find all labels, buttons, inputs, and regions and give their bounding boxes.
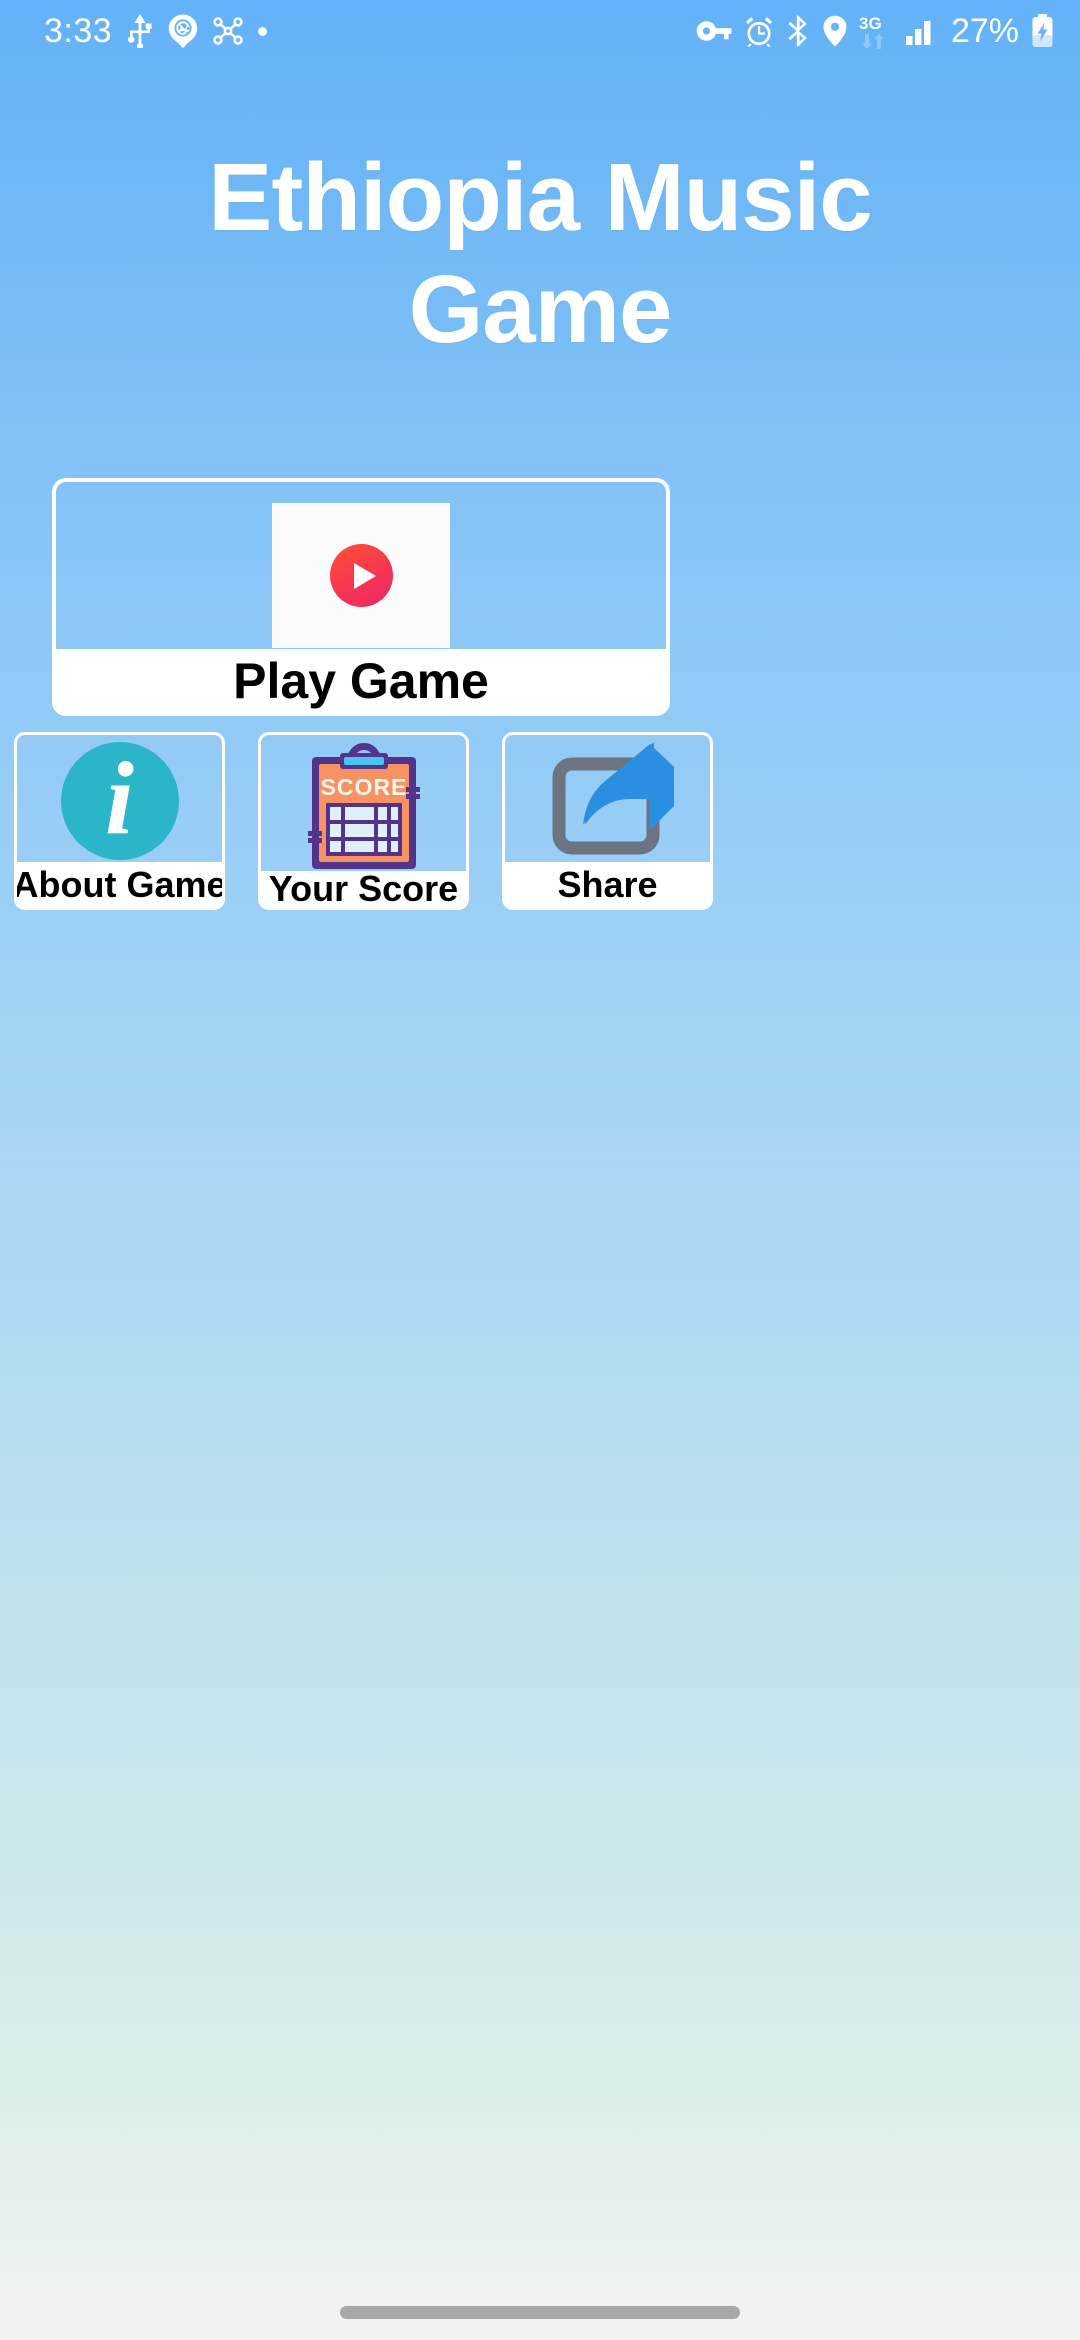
about-game-label: About Game bbox=[14, 863, 225, 905]
status-bar-left: 3:33 bbox=[44, 12, 268, 50]
share-label: Share bbox=[557, 863, 658, 905]
share-nodes-icon bbox=[213, 16, 243, 46]
play-game-label-bar: Play Game bbox=[56, 649, 666, 712]
svg-text:SCORE: SCORE bbox=[320, 774, 407, 800]
your-score-label: Your Score bbox=[268, 868, 459, 909]
dot-icon bbox=[258, 26, 268, 36]
page-title-line-2: Game bbox=[408, 256, 673, 363]
vpn-key-icon bbox=[694, 18, 732, 44]
about-game-label-bar: About Game bbox=[17, 862, 222, 907]
play-game-thumbnail bbox=[272, 503, 450, 648]
status-bar: 3:33 3G 27% bbox=[0, 0, 1080, 62]
status-bar-right: 3G 27% bbox=[694, 13, 1054, 49]
camera-aperture-icon bbox=[168, 14, 198, 48]
play-game-label: Play Game bbox=[233, 652, 489, 709]
about-game-icon-area: i bbox=[17, 735, 222, 862]
your-score-icon-area: SCORE bbox=[261, 735, 466, 871]
alarm-clock-icon bbox=[744, 16, 774, 47]
bluetooth-icon bbox=[786, 15, 811, 47]
share-button[interactable]: Share bbox=[502, 732, 713, 910]
your-score-label-bar: Your Score bbox=[261, 871, 466, 907]
page-title: Ethiopia Music Game bbox=[0, 150, 1080, 358]
home-indicator[interactable] bbox=[340, 2306, 740, 2319]
play-game-thumbnail-area bbox=[56, 482, 666, 649]
svg-text:3G: 3G bbox=[859, 14, 882, 33]
usb-icon bbox=[127, 14, 153, 48]
battery-percent-label: 27% bbox=[950, 12, 1019, 50]
score-clipboard-icon: SCORE bbox=[302, 742, 426, 871]
your-score-button[interactable]: SCORE Your Score bbox=[258, 732, 469, 910]
about-game-button[interactable]: i About Game bbox=[14, 732, 225, 910]
signal-bars-icon bbox=[905, 16, 937, 46]
status-clock: 3:33 bbox=[44, 12, 113, 50]
page-title-line-1: Ethiopia Music bbox=[208, 144, 872, 251]
share-icon-area bbox=[505, 735, 710, 862]
battery-charging-icon bbox=[1031, 14, 1054, 48]
action-tile-row: i About Game SCORE Your Score Share bbox=[14, 732, 1066, 912]
info-glyph: i bbox=[105, 740, 134, 856]
info-circle-icon: i bbox=[60, 740, 179, 860]
play-button-icon bbox=[329, 544, 393, 607]
play-triangle-icon bbox=[353, 562, 376, 589]
location-pin-icon bbox=[823, 15, 847, 47]
3g-data-icon: 3G bbox=[859, 13, 893, 49]
share-arrow-icon bbox=[542, 741, 694, 862]
share-label-bar: Share bbox=[505, 862, 710, 907]
play-game-button[interactable]: Play Game bbox=[52, 478, 670, 716]
